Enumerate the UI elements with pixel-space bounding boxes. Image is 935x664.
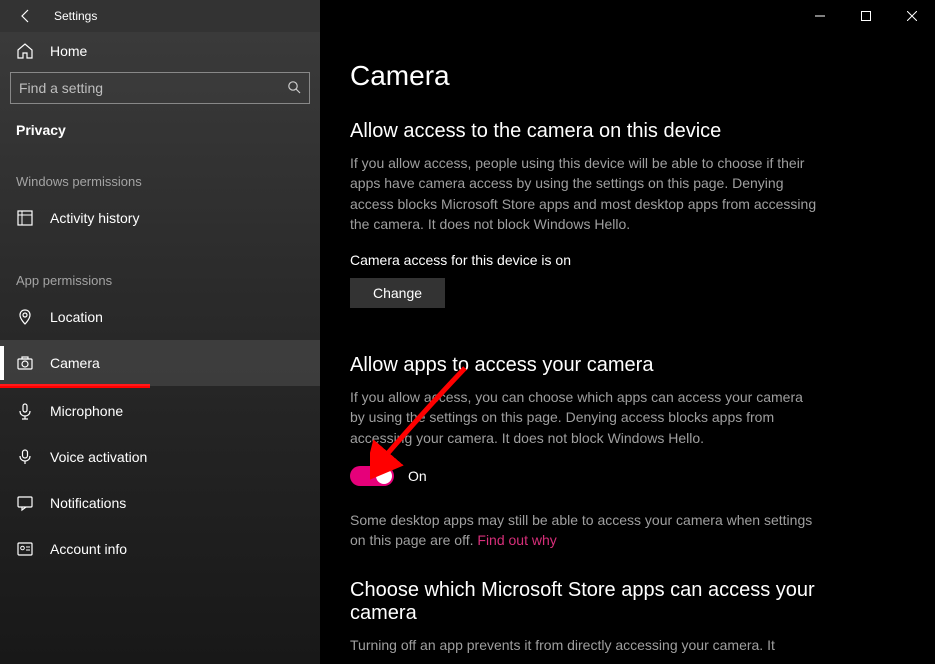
microphone-icon bbox=[16, 402, 34, 420]
breadcrumb: Privacy bbox=[0, 118, 320, 162]
search-input-wrapper[interactable] bbox=[10, 72, 310, 104]
search-icon bbox=[287, 80, 301, 97]
note-text: Some desktop apps may still be able to a… bbox=[350, 512, 812, 548]
activity-history-icon bbox=[16, 209, 34, 227]
change-button[interactable]: Change bbox=[350, 278, 445, 308]
maximize-button[interactable] bbox=[843, 0, 889, 32]
sidebar-item-notifications[interactable]: Notifications bbox=[0, 480, 320, 526]
sidebar-item-location[interactable]: Location bbox=[0, 294, 320, 340]
close-button[interactable] bbox=[889, 0, 935, 32]
sidebar: Home Privacy Windows permissions Activit… bbox=[0, 32, 320, 664]
page-title: Camera bbox=[350, 60, 905, 92]
sidebar-item-label: Camera bbox=[50, 355, 100, 371]
account-info-icon bbox=[16, 540, 34, 558]
toggle-state-label: On bbox=[408, 468, 427, 484]
group-label-app-permissions: App permissions bbox=[0, 261, 320, 294]
minimize-button[interactable] bbox=[797, 0, 843, 32]
section-heading-device-access: Allow access to the camera on this devic… bbox=[350, 120, 905, 143]
sidebar-item-home[interactable]: Home bbox=[0, 32, 320, 72]
toggle-thumb bbox=[376, 468, 392, 484]
apps-access-toggle[interactable] bbox=[350, 466, 394, 486]
voice-activation-icon bbox=[16, 448, 34, 466]
sidebar-item-camera[interactable]: Camera bbox=[0, 340, 320, 386]
home-label: Home bbox=[50, 43, 87, 59]
sidebar-item-activity-history[interactable]: Activity history bbox=[0, 195, 320, 241]
home-icon bbox=[16, 42, 34, 60]
camera-icon bbox=[16, 354, 34, 372]
sidebar-item-label: Location bbox=[50, 309, 103, 325]
section-body-apps-access: If you allow access, you can choose whic… bbox=[350, 387, 820, 448]
sidebar-item-microphone[interactable]: Microphone bbox=[0, 388, 320, 434]
sidebar-item-label: Microphone bbox=[50, 403, 123, 419]
titlebar: Settings bbox=[0, 0, 935, 32]
search-input[interactable] bbox=[19, 80, 287, 96]
sidebar-item-label: Notifications bbox=[50, 495, 126, 511]
section-heading-store-apps: Choose which Microsoft Store apps can ac… bbox=[350, 579, 820, 625]
sidebar-item-label: Activity history bbox=[50, 210, 139, 226]
sidebar-item-voice-activation[interactable]: Voice activation bbox=[0, 434, 320, 480]
window-title: Settings bbox=[54, 9, 97, 23]
find-out-why-link[interactable]: Find out why bbox=[477, 532, 556, 548]
desktop-apps-note: Some desktop apps may still be able to a… bbox=[350, 510, 820, 551]
group-label-windows-permissions: Windows permissions bbox=[0, 162, 320, 195]
sidebar-item-account-info[interactable]: Account info bbox=[0, 526, 320, 572]
sidebar-item-label: Account info bbox=[50, 541, 127, 557]
location-icon bbox=[16, 308, 34, 326]
section-heading-apps-access: Allow apps to access your camera bbox=[350, 354, 905, 377]
sidebar-item-label: Voice activation bbox=[50, 449, 147, 465]
section-body-store-apps: Turning off an app prevents it from dire… bbox=[350, 635, 820, 655]
camera-access-status: Camera access for this device is on bbox=[350, 252, 905, 268]
section-body-device-access: If you allow access, people using this d… bbox=[350, 153, 820, 234]
content-area: Camera Allow access to the camera on thi… bbox=[320, 32, 935, 664]
notifications-icon bbox=[16, 494, 34, 512]
back-button[interactable] bbox=[18, 8, 34, 24]
